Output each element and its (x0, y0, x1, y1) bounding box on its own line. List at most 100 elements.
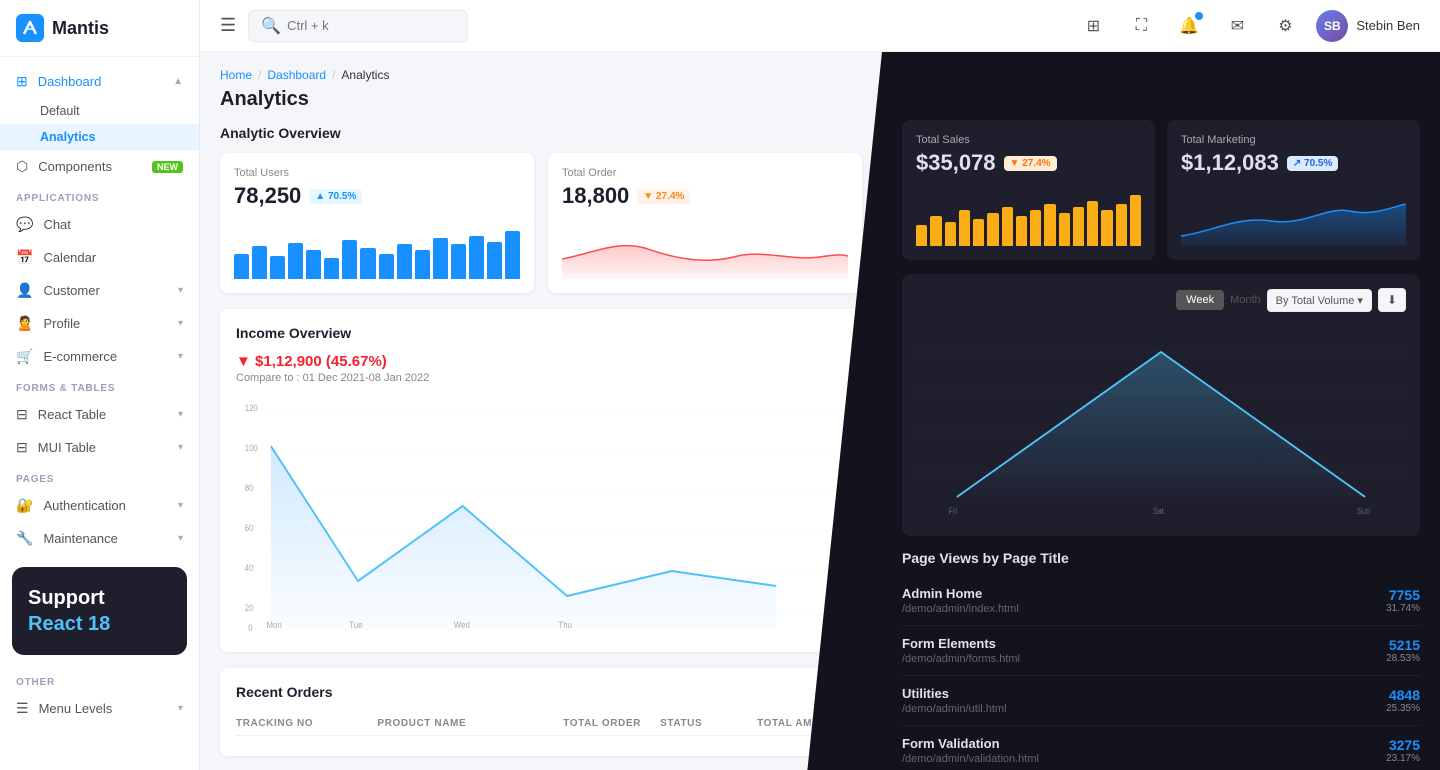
month-button[interactable]: Month (1230, 294, 1261, 306)
week-button[interactable]: Week (1176, 290, 1224, 310)
sidebar-logo[interactable]: Mantis (0, 0, 199, 57)
svg-text:60: 60 (245, 522, 254, 533)
svg-text:Wed: Wed (454, 619, 470, 630)
total-marketing-value: $1,12,083 (1181, 150, 1279, 176)
sidebar-item-mui-table[interactable]: ⊟ MUI Table ▾ (0, 431, 199, 464)
income-line-chart: 120 100 80 60 40 20 0 (236, 396, 846, 636)
total-users-card: Total Users 78,250 ▲ 70.5% (220, 153, 534, 293)
main-area: ☰ 🔍 ⊞ ⛶ 🔔 ✉ ⚙ SB Stebin Ben Home (200, 0, 1440, 770)
sidebar-item-chat[interactable]: 💬 Chat (0, 208, 199, 241)
user-profile-button[interactable]: SB Stebin Ben (1316, 10, 1420, 42)
sidebar-item-profile[interactable]: 🙎 Profile ▾ (0, 307, 199, 340)
pv-value-1: 7755 (1386, 587, 1420, 603)
support-card-text: Support React 18 (28, 585, 171, 637)
breadcrumb-dashboard[interactable]: Dashboard (267, 68, 326, 82)
content-wrapper: Home / Dashboard / Analytics Analytics A… (200, 52, 1440, 770)
pv-value-2: 5215 (1386, 637, 1420, 653)
pv-item-1: Admin Home /demo/admin/index.html 7755 3… (902, 576, 1420, 626)
total-marketing-chart (1181, 186, 1406, 246)
sidebar-item-analytics[interactable]: Analytics (0, 124, 199, 150)
total-sales-label: Total Sales (916, 134, 1141, 146)
section-label-forms: Forms & Tables (0, 373, 199, 398)
breadcrumb: Home / Dashboard / Analytics (220, 68, 862, 82)
sidebar-profile-label: Profile (43, 316, 80, 331)
sidebar-customer-label: Customer (43, 283, 99, 298)
sidebar-item-ecommerce[interactable]: 🛒 E-commerce ▾ (0, 340, 199, 373)
svg-text:Fri: Fri (949, 506, 958, 516)
total-order-badge: ▼ 27.4% (637, 189, 690, 204)
pv-pct-3: 25.35% (1386, 703, 1420, 714)
total-sales-value: $35,078 (916, 150, 996, 176)
messages-button[interactable]: ✉ (1220, 9, 1254, 43)
total-marketing-label: Total Marketing (1181, 134, 1406, 146)
sidebar-item-default[interactable]: Default (0, 98, 199, 124)
pv-title-3: Utilities (902, 686, 1007, 701)
sidebar-item-calendar[interactable]: 📅 Calendar (0, 241, 199, 274)
chevron-down-icon-3: ▾ (178, 351, 183, 362)
pv-value-4: 3275 (1386, 737, 1420, 753)
fullscreen-button[interactable]: ⛶ (1124, 9, 1158, 43)
pv-item-3: Utilities /demo/admin/util.html 4848 25.… (902, 676, 1420, 726)
income-overview-title: Income Overview (236, 325, 846, 341)
pv-url-3: /demo/admin/util.html (902, 703, 1007, 715)
page-views-section: Page Views by Page Title Admin Home /dem… (902, 550, 1420, 770)
user-display-name: Stebin Ben (1356, 18, 1420, 33)
sidebar-item-authentication[interactable]: 🔐 Authentication ▾ (0, 489, 199, 522)
content-right-panel: Total Sales $35,078 ▼ 27.4% (882, 52, 1440, 770)
total-sales-badge: ▼ 27.4% (1004, 156, 1057, 171)
chevron-down-icon-8: ▾ (178, 703, 183, 714)
pv-url-4: /demo/admin/validation.html (902, 753, 1039, 765)
sidebar-item-react-table[interactable]: ⊟ React Table ▾ (0, 398, 199, 431)
sidebar-react-table-label: React Table (38, 407, 106, 422)
ecommerce-icon: 🛒 (16, 348, 33, 365)
chevron-down-icon-7: ▾ (178, 533, 183, 544)
mui-table-icon: ⊟ (16, 439, 28, 456)
pv-item-2: Form Elements /demo/admin/forms.html 521… (902, 626, 1420, 676)
sidebar-calendar-label: Calendar (43, 250, 96, 265)
sidebar-item-customer[interactable]: 👤 Customer ▾ (0, 274, 199, 307)
svg-text:Sat: Sat (1153, 506, 1165, 516)
notifications-button[interactable]: 🔔 (1172, 9, 1206, 43)
section-label-pages: Pages (0, 464, 199, 489)
total-users-badge: ▲ 70.5% (309, 189, 362, 204)
recent-orders-section: Recent Orders TRACKING NO PRODUCT NAME T… (220, 668, 862, 756)
sidebar-item-label: Dashboard (38, 74, 102, 89)
apps-button[interactable]: ⊞ (1076, 9, 1110, 43)
svg-text:20: 20 (245, 602, 254, 613)
sidebar-item-dashboard[interactable]: ⊞ Dashboard ▲ (0, 65, 199, 98)
pv-pct-1: 31.74% (1386, 603, 1420, 614)
header-actions: ⊞ ⛶ 🔔 ✉ ⚙ SB Stebin Ben (1076, 9, 1420, 43)
income-overview-section: Income Overview ▼ $1,12,900 (45.67%) Com… (220, 309, 862, 652)
chevron-up-icon: ▲ (173, 76, 183, 87)
sidebar-mui-table-label: MUI Table (38, 440, 96, 455)
col-status: STATUS (660, 718, 749, 729)
sidebar-maintenance-label: Maintenance (43, 531, 117, 546)
mantis-logo-icon (16, 14, 44, 42)
content-left-panel: Home / Dashboard / Analytics Analytics A… (200, 52, 882, 770)
page-views-title: Page Views by Page Title (902, 550, 1420, 566)
settings-button[interactable]: ⚙ (1268, 9, 1302, 43)
total-order-value: 18,800 (562, 183, 629, 209)
breadcrumb-home[interactable]: Home (220, 68, 252, 82)
search-input[interactable] (287, 18, 455, 33)
download-button[interactable]: ⬇ (1378, 288, 1406, 312)
global-search-bar[interactable]: 🔍 (248, 10, 468, 42)
notification-badge (1195, 12, 1203, 20)
menu-toggle-button[interactable]: ☰ (220, 15, 236, 36)
recent-orders-title: Recent Orders (236, 684, 846, 700)
total-marketing-card: Total Marketing $1,12,083 ↗ 70.5% (1167, 120, 1420, 260)
total-order-card: Total Order 18,800 ▼ 27.4% (548, 153, 862, 293)
pv-title-1: Admin Home (902, 586, 1019, 601)
col-product: PRODUCT NAME (377, 718, 555, 729)
total-order-label: Total Order (562, 167, 848, 179)
total-users-chart (234, 219, 520, 279)
income-dark-section: Week Month By Total Volume ▾ ⬇ (902, 274, 1420, 536)
pv-value-3: 4848 (1386, 687, 1420, 703)
sidebar-item-menu-levels[interactable]: ☰ Menu Levels ▾ (0, 692, 199, 725)
svg-text:Mon: Mon (267, 619, 283, 630)
sidebar-item-maintenance[interactable]: 🔧 Maintenance ▾ (0, 522, 199, 555)
sidebar-item-components[interactable]: ⬡ Components new (0, 150, 199, 183)
support-react18-card[interactable]: Support React 18 (12, 567, 187, 655)
react-table-icon: ⊟ (16, 406, 28, 423)
volume-select[interactable]: By Total Volume ▾ (1267, 289, 1372, 312)
